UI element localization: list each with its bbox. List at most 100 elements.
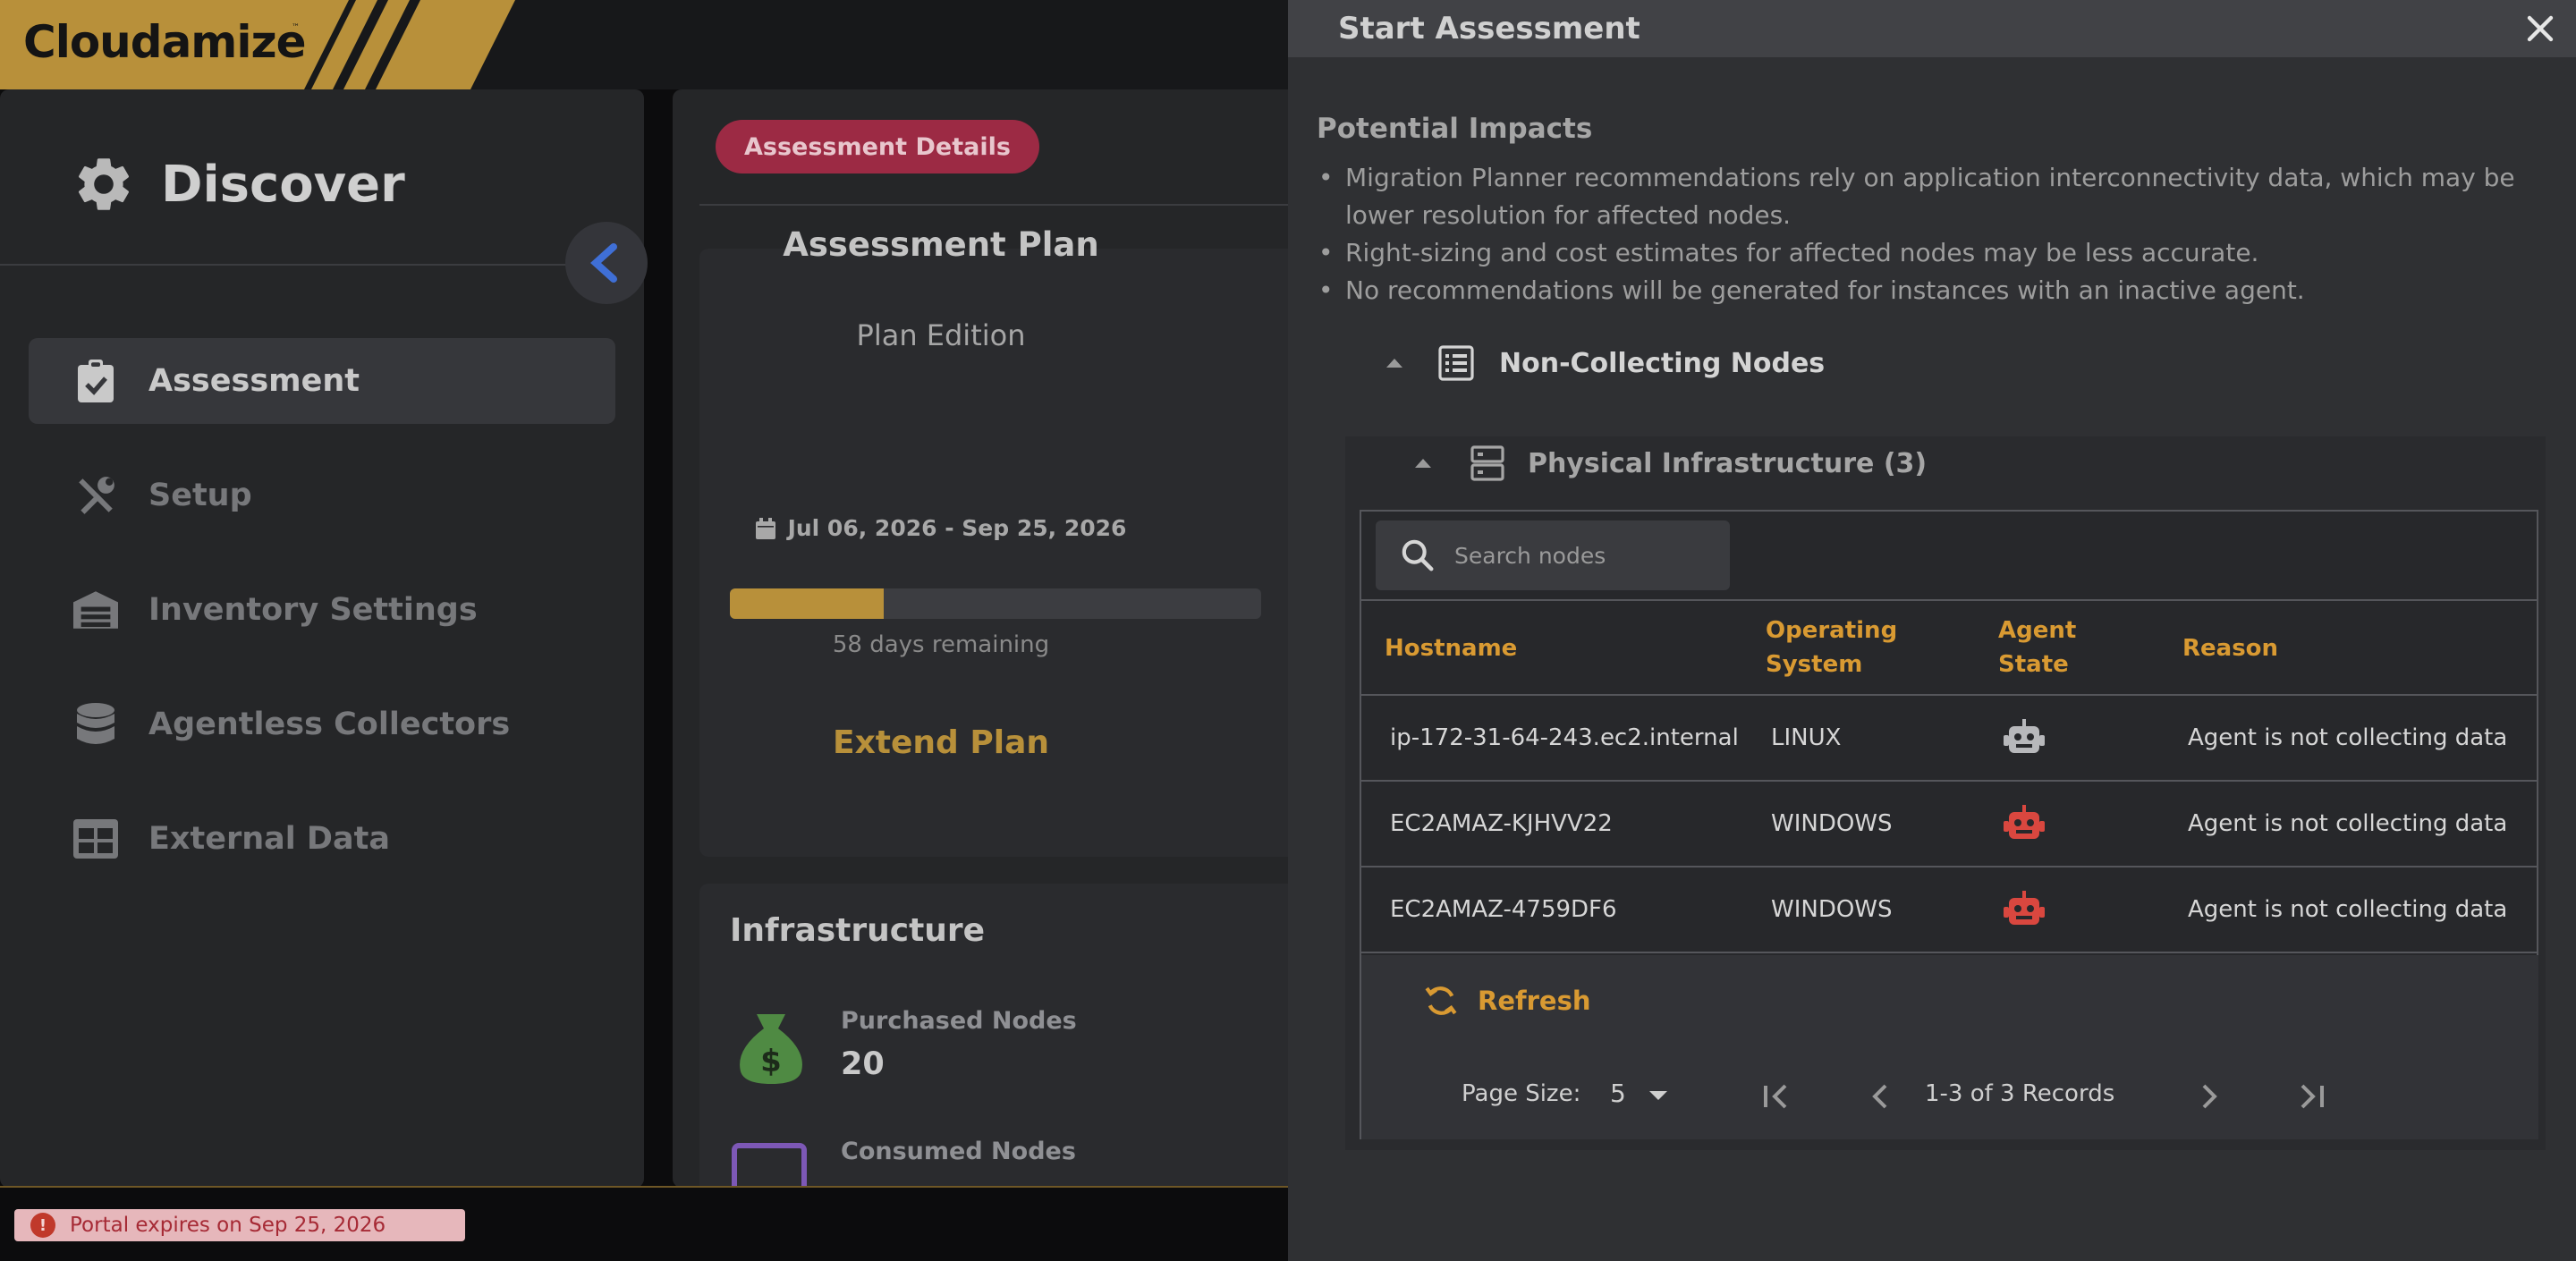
logo-text: Cloudamize	[23, 16, 307, 68]
cell-reason: Agent is not collecting data	[2188, 810, 2508, 837]
consumed-nodes-icon	[732, 1143, 807, 1188]
plan-title: Assessment Plan	[783, 225, 1099, 264]
modal-header: Start Assessment	[1288, 0, 2576, 57]
non-collecting-nodes-section[interactable]: Non-Collecting Nodes	[1386, 345, 1825, 381]
first-page-icon	[1764, 1084, 1787, 1109]
physical-infrastructure-section[interactable]: Physical Infrastructure (3)	[1415, 445, 1927, 481]
sidebar-item-setup[interactable]: Setup	[29, 453, 615, 538]
svg-text:$: $	[760, 1044, 782, 1079]
cell-reason: Agent is not collecting data	[2188, 724, 2508, 751]
column-header-agent-state[interactable]: Agent State	[1998, 614, 2076, 681]
column-header-reason[interactable]: Reason	[2182, 631, 2278, 665]
infrastructure-title: Infrastructure	[730, 912, 986, 949]
refresh-button[interactable]: Refresh	[1422, 982, 1591, 1020]
chevron-right-icon	[2202, 1084, 2217, 1109]
column-header-os-line1: Operating	[1766, 617, 1898, 644]
plan-progress-fill	[730, 588, 885, 619]
close-icon[interactable]	[2524, 13, 2556, 45]
page-size-select[interactable]: 5	[1610, 1079, 1626, 1108]
table-row[interactable]: ip-172-31-64-243.ec2.internal LINUX Agen…	[1361, 696, 2538, 782]
sidebar-header: Discover	[72, 152, 405, 216]
refresh-label: Refresh	[1478, 986, 1591, 1016]
portal-expiry-text: Portal expires on Sep 25, 2026	[70, 1214, 386, 1237]
chevron-left-icon	[1872, 1084, 1887, 1109]
clipboard-check-icon	[73, 359, 118, 403]
robot-icon	[2004, 782, 2045, 866]
gear-icon	[78, 158, 130, 210]
sidebar-item-external-data[interactable]: External Data	[29, 796, 615, 882]
impact-item: No recommendations will be generated for…	[1317, 272, 2560, 309]
first-page-button[interactable]	[1758, 1079, 1794, 1114]
logo-trademark: ™	[292, 23, 300, 32]
impact-item: Right-sizing and cost estimates for affe…	[1317, 234, 2560, 272]
tab-assessment-details[interactable]: Assessment Details	[716, 120, 1039, 173]
column-header-agent-line1: Agent	[1998, 617, 2077, 644]
next-page-button[interactable]	[2191, 1079, 2227, 1114]
last-page-icon	[2301, 1084, 2324, 1109]
alert-icon: !	[30, 1213, 55, 1238]
refresh-icon	[1425, 986, 1457, 1015]
chevron-left-icon	[590, 243, 617, 283]
pager: Page Size: 5 1-3 of 3 Records	[1361, 1071, 2538, 1121]
potential-impacts-title: Potential Impacts	[1317, 113, 1593, 145]
robot-icon	[2004, 867, 2045, 952]
table-row[interactable]: EC2AMAZ-4759DF6 WINDOWS Agent is not col…	[1361, 867, 2538, 953]
plan-dates: Jul 06, 2026 - Sep 25, 2026	[673, 515, 1209, 541]
days-remaining: 58 days remaining	[832, 631, 1050, 658]
cell-hostname: ip-172-31-64-243.ec2.internal	[1390, 724, 1739, 751]
money-bag-icon: $	[740, 1014, 802, 1084]
logo[interactable]: Cloudamize ™	[0, 0, 519, 89]
table-icon	[73, 817, 118, 861]
grid-footer: Refresh Page Size: 5 1-3 of 3 Records	[1361, 955, 2538, 1139]
non-collecting-nodes-label: Non-Collecting Nodes	[1499, 347, 1826, 379]
sidebar-item-label: Assessment	[148, 363, 360, 399]
tools-icon	[73, 473, 118, 518]
collapse-sidebar-button[interactable]	[565, 222, 648, 304]
server-icon	[1470, 445, 1504, 481]
cell-os: WINDOWS	[1771, 810, 1893, 837]
database-icon	[73, 702, 118, 747]
purchased-nodes-label: Purchased Nodes	[841, 1007, 1077, 1035]
potential-impacts-list: Migration Planner recommendations rely o…	[1317, 159, 2560, 309]
last-page-button[interactable]	[2293, 1079, 2329, 1114]
caret-down-icon[interactable]	[1649, 1091, 1667, 1100]
column-header-hostname[interactable]: Hostname	[1385, 631, 1517, 665]
robot-icon	[2004, 696, 2045, 780]
sidebar-item-label: Agentless Collectors	[148, 707, 511, 742]
start-assessment-modal: Start Assessment Potential Impacts Migra…	[1288, 0, 2576, 1261]
sidebar-item-assessment[interactable]: Assessment	[29, 338, 615, 424]
status-divider	[0, 1186, 1288, 1188]
cell-os: WINDOWS	[1771, 896, 1893, 923]
sidebar-item-label: External Data	[148, 821, 390, 857]
column-header-agent-line2: State	[1998, 651, 2069, 678]
search-box[interactable]	[1376, 520, 1730, 590]
caret-up-icon	[1415, 459, 1431, 468]
cell-reason: Agent is not collecting data	[2188, 896, 2508, 923]
sidebar: Discover Assessment Setup Inventory Sett…	[0, 89, 648, 1188]
calendar-icon	[755, 517, 775, 539]
search-input[interactable]	[1454, 542, 1723, 569]
purchased-nodes-value: 20	[841, 1046, 885, 1082]
sidebar-divider	[0, 264, 572, 266]
column-header-os[interactable]: Operating System	[1766, 614, 1897, 681]
sidebar-item-label: Setup	[148, 478, 252, 513]
modal-title: Start Assessment	[1338, 11, 1640, 47]
sidebar-title: Discover	[161, 155, 405, 214]
page-size-label: Page Size:	[1462, 1080, 1581, 1107]
sidebar-item-label: Inventory Settings	[148, 592, 478, 628]
cell-os: LINUX	[1771, 724, 1842, 751]
cell-hostname: EC2AMAZ-4759DF6	[1390, 896, 1617, 923]
previous-page-button[interactable]	[1862, 1079, 1898, 1114]
table-row[interactable]: EC2AMAZ-KJHVV22 WINDOWS Agent is not col…	[1361, 782, 2538, 867]
nodes-grid: Hostname Operating System Agent State Re…	[1360, 510, 2538, 1139]
details-divider	[699, 204, 1299, 206]
search-icon	[1402, 539, 1434, 571]
plan-progress-bar	[730, 588, 1261, 619]
records-label: 1-3 of 3 Records	[1925, 1080, 2115, 1107]
sidebar-item-agentless-collectors[interactable]: Agentless Collectors	[29, 681, 615, 767]
assessment-details-panel: Assessment Details Assessment Plan Plan …	[673, 89, 1299, 1188]
extend-plan-button[interactable]: Extend Plan	[673, 724, 1209, 761]
sidebar-item-inventory-settings[interactable]: Inventory Settings	[29, 567, 615, 653]
physical-infrastructure-label: Physical Infrastructure (3)	[1528, 447, 1928, 479]
plan-date-range: Jul 06, 2026 - Sep 25, 2026	[787, 515, 1127, 541]
